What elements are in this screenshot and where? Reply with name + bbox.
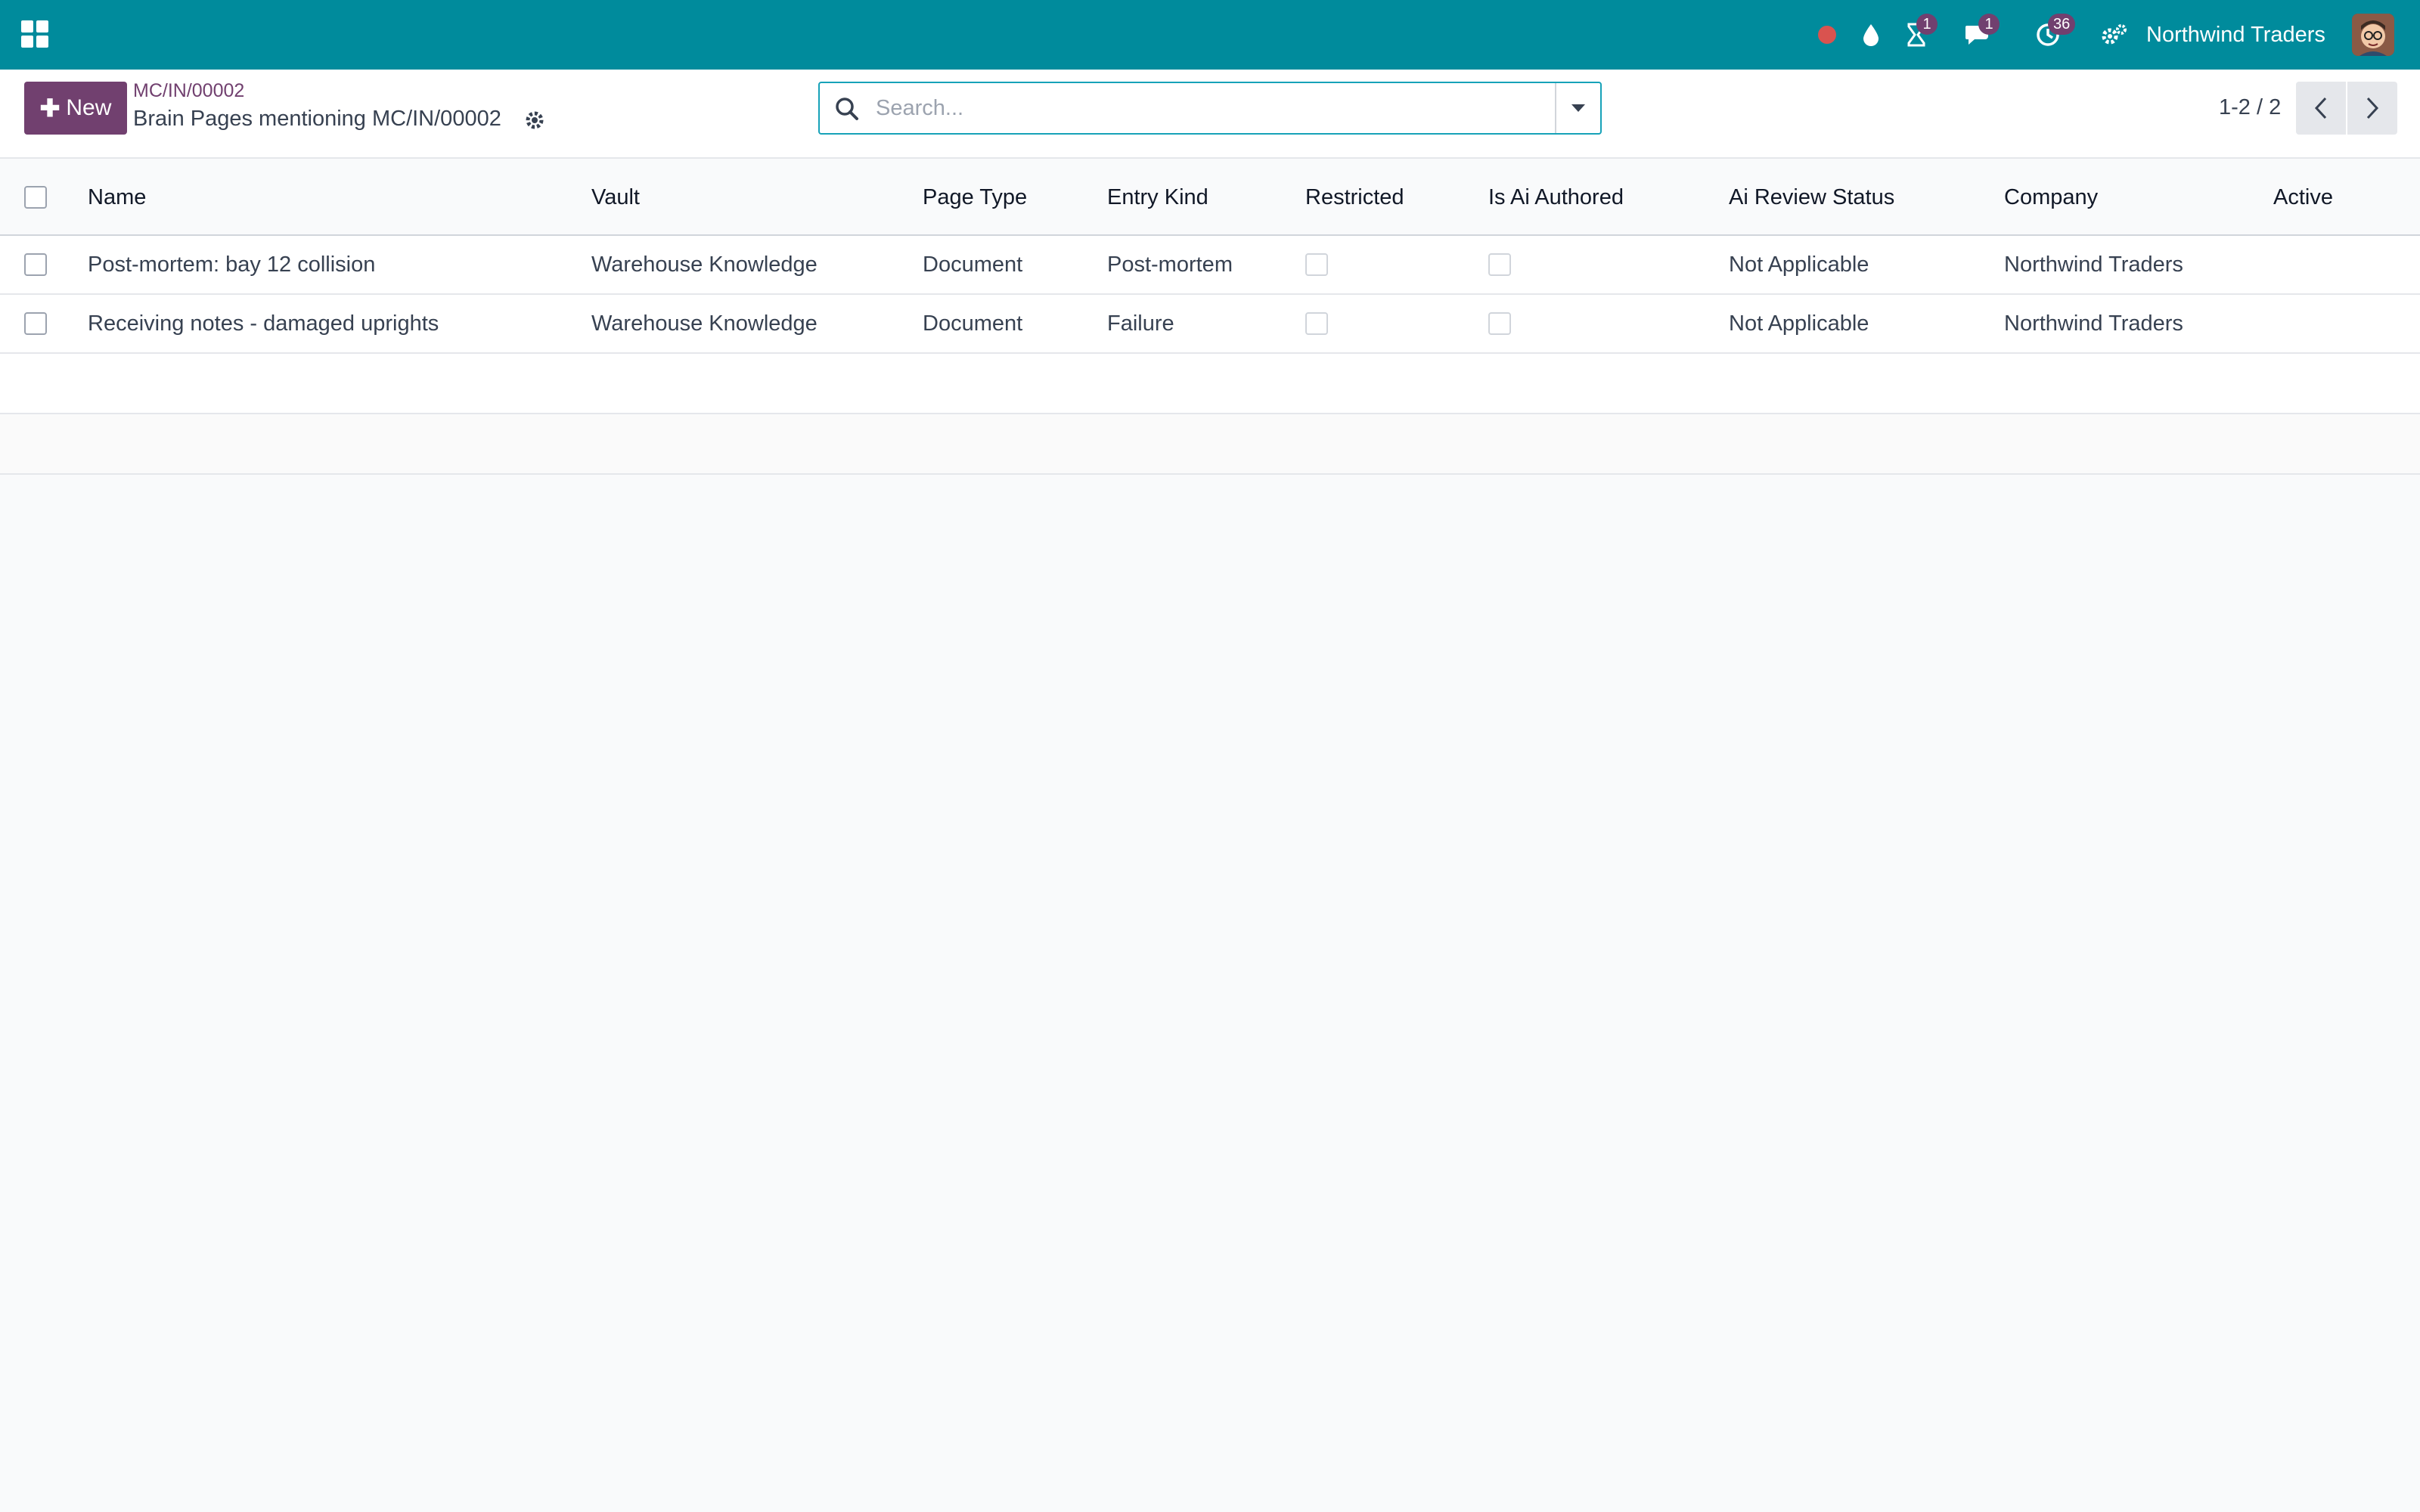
cell-is-ai-authored-checkbox xyxy=(1488,312,1511,335)
empty-row xyxy=(0,354,2420,414)
cell-name[interactable]: Receiving notes - damaged uprights xyxy=(88,295,439,352)
record-icon[interactable] xyxy=(1810,18,1844,51)
column-header-active[interactable]: Active xyxy=(2273,160,2333,234)
chevron-right-icon xyxy=(2366,97,2379,119)
plus-icon: ✚ xyxy=(39,94,60,122)
list-header: Name Vault Page Type Entry Kind Restrict… xyxy=(0,160,2420,236)
table-row[interactable]: Receiving notes - damaged uprights Wareh… xyxy=(0,295,2420,354)
pager-value[interactable]: 1-2 / 2 xyxy=(2219,92,2281,122)
row-select-checkbox[interactable] xyxy=(24,312,47,335)
pager-next-button[interactable] xyxy=(2347,82,2397,135)
select-all-checkbox[interactable] xyxy=(24,186,47,209)
chat-icon[interactable]: 1 xyxy=(1962,14,2000,51)
cell-is-ai-authored-checkbox xyxy=(1488,253,1511,276)
drop-icon[interactable] xyxy=(1854,18,1888,51)
column-header-is-ai-authored[interactable]: Is Ai Authored xyxy=(1488,160,1624,234)
settings-icon[interactable] xyxy=(2098,18,2131,51)
messages-badge: 1 xyxy=(1978,14,2000,35)
breadcrumb-parent[interactable]: MC/IN/00002 xyxy=(133,79,244,103)
column-header-restricted[interactable]: Restricted xyxy=(1305,160,1404,234)
cell-entry-kind[interactable]: Post-mortem xyxy=(1107,236,1233,293)
cell-ai-review-status[interactable]: Not Applicable xyxy=(1729,295,1869,352)
table-row[interactable]: Post-mortem: bay 12 collision Warehouse … xyxy=(0,236,2420,295)
activities-badge: 1 xyxy=(1916,14,1938,35)
pager-previous-button[interactable] xyxy=(2296,82,2346,135)
company-switcher[interactable]: Northwind Traders xyxy=(2146,20,2325,50)
list-view: Name Vault Page Type Entry Kind Restrict… xyxy=(0,160,2420,475)
control-panel: ✚ New MC/IN/00002 Brain Pages mentioning… xyxy=(0,70,2420,159)
gear-icon[interactable] xyxy=(522,107,548,133)
cell-entry-kind[interactable]: Failure xyxy=(1107,295,1174,352)
column-header-page-type[interactable]: Page Type xyxy=(923,160,1027,234)
cell-name[interactable]: Post-mortem: bay 12 collision xyxy=(88,236,375,293)
search-input[interactable] xyxy=(876,89,1526,127)
cell-ai-review-status[interactable]: Not Applicable xyxy=(1729,236,1869,293)
systray: 1 1 36 Northwind Traders xyxy=(0,0,2420,70)
caret-down-icon xyxy=(1571,104,1585,112)
column-header-ai-review-status[interactable]: Ai Review Status xyxy=(1729,160,1894,234)
cell-vault[interactable]: Warehouse Knowledge xyxy=(591,236,818,293)
clock-icon[interactable]: 36 xyxy=(2031,14,2076,51)
column-header-company[interactable]: Company xyxy=(2004,160,2098,234)
search-icon xyxy=(833,95,861,122)
user-avatar[interactable] xyxy=(2352,14,2394,56)
new-button[interactable]: ✚ New xyxy=(24,82,127,135)
column-header-vault[interactable]: Vault xyxy=(591,160,640,234)
new-button-label: New xyxy=(66,95,112,120)
cell-page-type[interactable]: Document xyxy=(923,236,1022,293)
list-footer xyxy=(0,414,2420,475)
row-select-checkbox[interactable] xyxy=(24,253,47,276)
cell-company[interactable]: Northwind Traders xyxy=(2004,295,2183,352)
column-header-entry-kind[interactable]: Entry Kind xyxy=(1107,160,1208,234)
cell-restricted-checkbox xyxy=(1305,253,1328,276)
top-navbar: 1 1 36 Northwind Traders xyxy=(0,0,2420,70)
cell-page-type[interactable]: Document xyxy=(923,295,1022,352)
column-header-name[interactable]: Name xyxy=(88,160,146,234)
chevron-left-icon xyxy=(2314,97,2327,119)
cell-company[interactable]: Northwind Traders xyxy=(2004,236,2183,293)
cell-vault[interactable]: Warehouse Knowledge xyxy=(591,295,818,352)
cell-restricted-checkbox xyxy=(1305,312,1328,335)
search-box xyxy=(818,82,1602,135)
search-options-toggle[interactable] xyxy=(1555,83,1600,133)
hourglass-icon[interactable]: 1 xyxy=(1900,14,1938,51)
page-title: Brain Pages mentioning MC/IN/00002 xyxy=(133,107,501,131)
clock-badge: 36 xyxy=(2048,14,2076,35)
